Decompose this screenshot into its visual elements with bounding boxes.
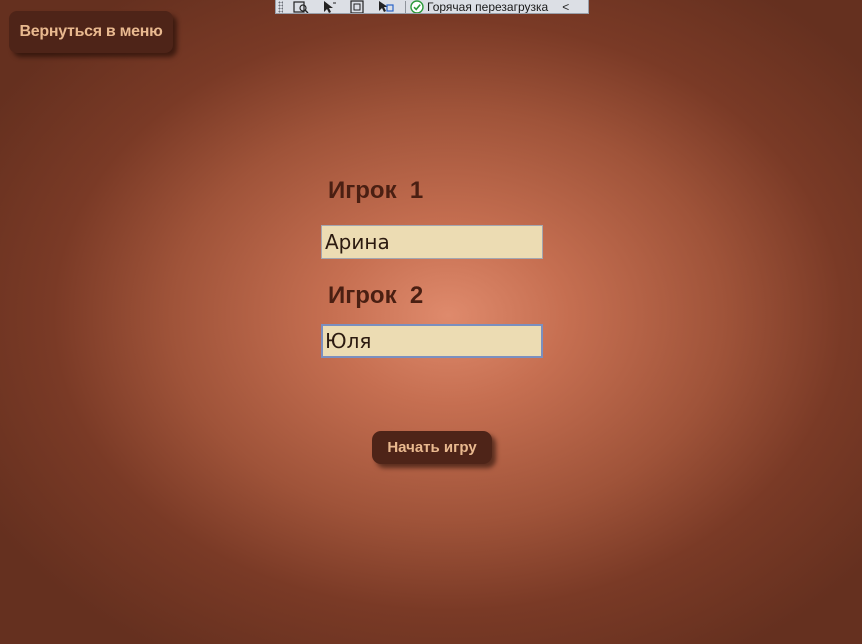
- pointer-select-icon[interactable]: [317, 0, 341, 13]
- toolbar-grip[interactable]: [278, 0, 283, 13]
- player1-name-input[interactable]: [321, 225, 543, 259]
- toolbar-separator: [405, 0, 406, 13]
- hot-reload-label: Горячая перезагрузка: [427, 0, 549, 14]
- check-circle-icon: [410, 0, 424, 13]
- player1-label: Игрок 1: [328, 177, 424, 204]
- player2-label: Игрок 2: [328, 282, 424, 309]
- dev-toolbar: Горячая перезагрузка <: [275, 0, 589, 14]
- collapse-chevron-icon[interactable]: <: [562, 0, 569, 13]
- player2-name-input[interactable]: [321, 324, 543, 358]
- select-element-icon[interactable]: [289, 0, 313, 13]
- hot-reload-button[interactable]: Горячая перезагрузка: [410, 0, 549, 14]
- back-to-menu-button[interactable]: Вернуться в меню: [9, 11, 173, 53]
- track-focus-icon[interactable]: [373, 0, 397, 13]
- layout-bounds-icon[interactable]: [345, 0, 369, 13]
- start-game-button[interactable]: Начать игру: [372, 431, 492, 464]
